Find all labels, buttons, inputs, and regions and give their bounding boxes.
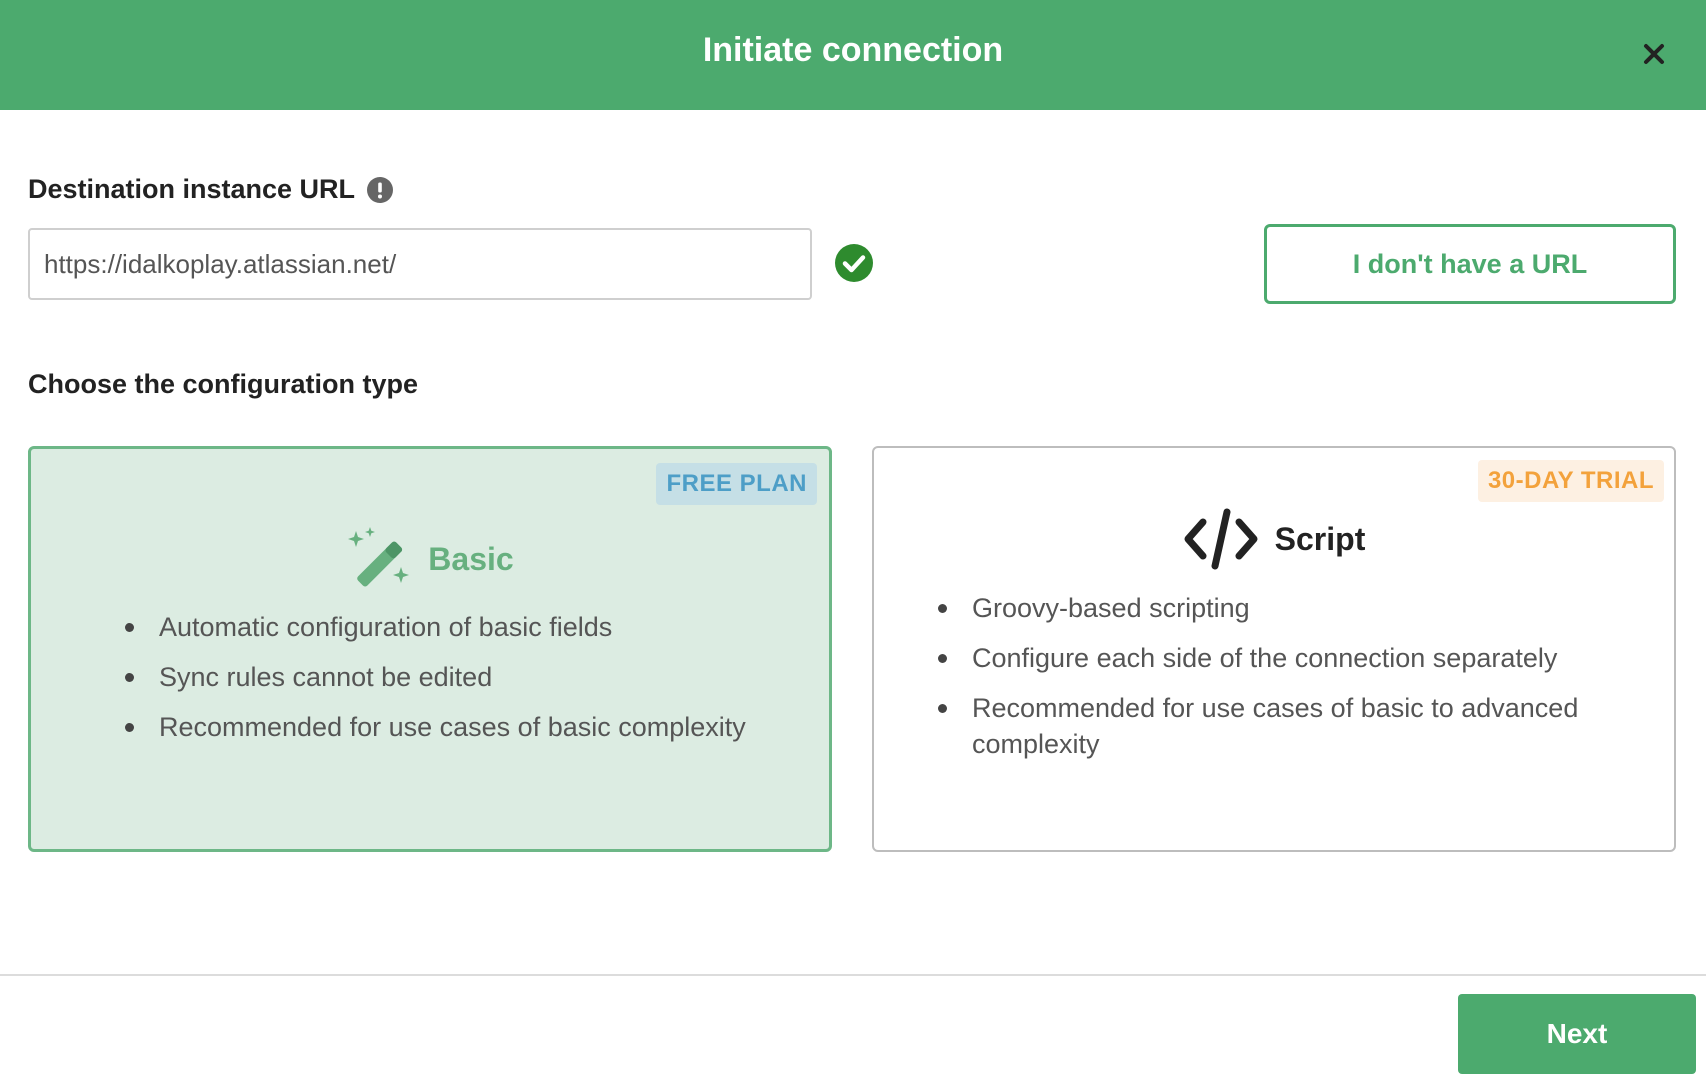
next-button[interactable]: Next	[1458, 994, 1696, 1074]
list-item: Configure each side of the connection se…	[932, 640, 1632, 676]
magic-wand-icon	[348, 527, 410, 587]
basic-feature-list: Automatic configuration of basic fields …	[119, 609, 819, 759]
close-icon	[1644, 44, 1664, 64]
footer-divider	[0, 974, 1706, 976]
basic-config-card[interactable]: FREE PLAN Basic Automatic configuration …	[28, 446, 832, 852]
script-config-card[interactable]: 30-DAY TRIAL Script Groovy-based scripti…	[872, 446, 1676, 852]
script-card-title: Script	[1274, 520, 1366, 557]
close-button[interactable]	[1636, 36, 1672, 72]
url-label-text: Destination instance URL	[28, 174, 356, 204]
dialog-header: Initiate connection	[0, 0, 1706, 110]
list-item: Recommended for use cases of basic to ad…	[932, 690, 1632, 762]
basic-card-header: Basic	[31, 527, 829, 591]
url-section-label: Destination instance URL	[28, 174, 394, 205]
url-valid-icon	[834, 243, 874, 288]
basic-card-title: Basic	[428, 540, 514, 577]
config-type-label: Choose the configuration type	[28, 369, 419, 399]
list-item: Automatic configuration of basic fields	[119, 609, 819, 645]
list-item: Recommended for use cases of basic compl…	[119, 709, 819, 745]
script-feature-list: Groovy-based scripting Configure each si…	[932, 590, 1632, 776]
code-icon	[1184, 508, 1258, 570]
free-plan-badge: FREE PLAN	[656, 463, 817, 505]
dialog-title: Initiate connection	[702, 31, 1004, 69]
list-item: Groovy-based scripting	[932, 590, 1632, 626]
script-card-header: Script	[874, 508, 1674, 570]
no-url-button[interactable]: I don't have a URL	[1264, 224, 1676, 304]
trial-badge: 30-DAY TRIAL	[1477, 460, 1664, 502]
info-icon[interactable]	[367, 176, 394, 203]
list-item: Sync rules cannot be edited	[119, 659, 819, 695]
destination-url-input[interactable]	[28, 228, 812, 300]
